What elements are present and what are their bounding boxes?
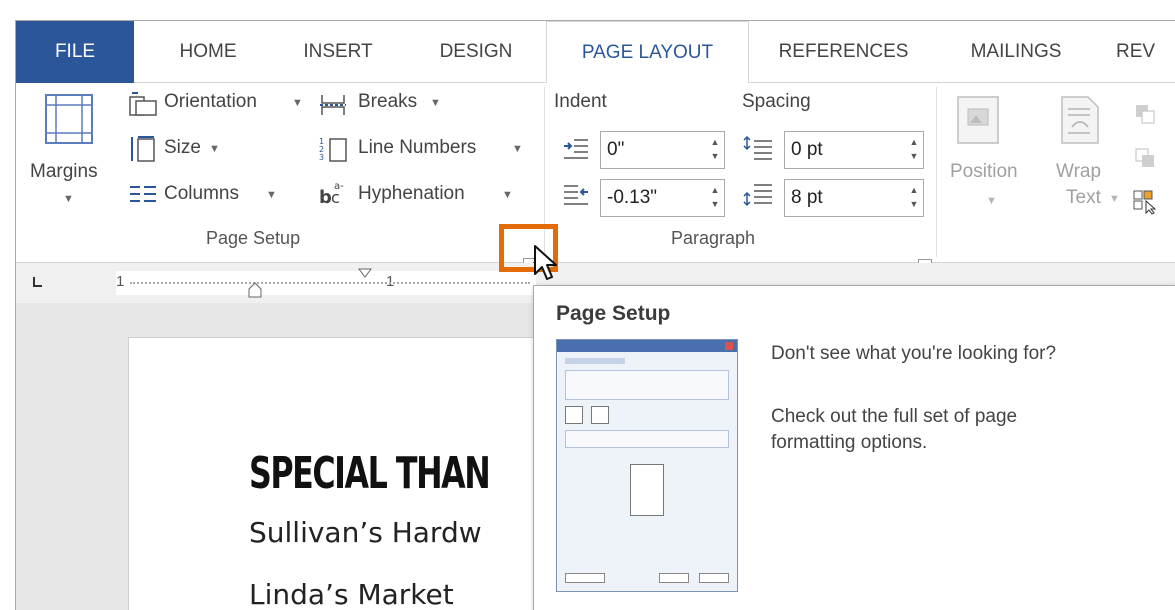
paragraph-group-label: Paragraph: [671, 228, 756, 248]
wrap-text-dropdown-icon: ▼: [1109, 193, 1120, 205]
svg-text:3: 3: [319, 153, 324, 162]
columns-label: Columns: [164, 183, 239, 204]
ribbon: Margins ▼ Orientation ▼ Size ▼ Columns ▼…: [16, 83, 1175, 273]
line-numbers-dropdown-icon: ▼: [512, 143, 523, 155]
spinner-icon[interactable]: ▲ ▼: [909, 135, 919, 165]
hyphenation-dropdown-icon: ▼: [502, 189, 513, 201]
spinner-icon[interactable]: ▲ ▼: [710, 183, 720, 213]
spacing-before-icon: [743, 135, 772, 160]
orientation-icon: [129, 92, 157, 116]
document-line: Linda’s Market: [249, 578, 454, 610]
line-numbers-icon: 1 2 3: [319, 137, 347, 162]
mouse-cursor-icon: [534, 245, 557, 280]
hyphenation-icon: b c a-: [319, 181, 344, 207]
indent-right-field[interactable]: -0.13" ▲ ▼: [600, 179, 725, 217]
tab-page-layout[interactable]: PAGE LAYOUT: [546, 21, 749, 84]
spinner-icon[interactable]: ▲ ▼: [909, 183, 919, 213]
spacing-after-icon: [743, 184, 772, 207]
orientation-label: Orientation: [164, 91, 257, 112]
svg-text:a-: a-: [334, 181, 344, 192]
horizontal-ruler[interactable]: 1 1: [116, 268, 536, 298]
tooltip-description: Check out the full set of page formattin…: [771, 406, 1018, 453]
wrap-text-label-1: Wrap: [1056, 161, 1102, 182]
tab-home[interactable]: HOME: [148, 21, 268, 83]
tab-review[interactable]: REV: [1116, 21, 1175, 83]
page-setup-dialog-preview: [556, 339, 738, 592]
spacing-before-field[interactable]: 0 pt ▲ ▼: [784, 131, 924, 169]
document-line: Sullivan’s Hardw: [249, 516, 482, 549]
selection-pane-icon[interactable]: [1132, 189, 1162, 215]
ribbon-tab-bar: FILE HOME INSERT DESIGN PAGE LAYOUT REFE…: [16, 21, 1175, 84]
tab-design[interactable]: DESIGN: [416, 21, 536, 83]
columns-icon: [130, 186, 156, 202]
page-setup-group-label: Page Setup: [206, 228, 301, 248]
wrap-text-icon: [1061, 96, 1099, 144]
group-separator: [936, 87, 937, 257]
breaks-icon: [320, 95, 346, 115]
spacing-after-field[interactable]: 8 pt ▲ ▼: [784, 179, 924, 217]
size-dropdown-icon: ▼: [209, 143, 220, 155]
wrap-text-label-2: Text: [1066, 187, 1101, 208]
position-icon: [957, 96, 999, 144]
breaks-dropdown-icon: ▼: [430, 97, 441, 109]
margins-icon: [45, 94, 93, 144]
indent-right-value: -0.13": [607, 187, 658, 208]
send-backward-icon[interactable]: [1134, 147, 1164, 169]
tab-insert[interactable]: INSERT: [278, 21, 398, 83]
position-dropdown-icon: ▼: [986, 195, 997, 207]
tooltip-title: Page Setup: [556, 302, 671, 325]
left-indent-marker-icon[interactable]: [246, 281, 264, 299]
indent-right-icon: [564, 185, 588, 205]
size-label: Size: [164, 137, 201, 158]
page-setup-tooltip: Page Setup Don't see what you're looking…: [533, 285, 1175, 610]
indent-left-value: 0": [607, 139, 625, 160]
spacing-after-value: 8 pt: [791, 187, 823, 208]
word-window: FILE HOME INSERT DESIGN PAGE LAYOUT REFE…: [15, 20, 1175, 610]
breaks-label: Breaks: [358, 91, 418, 112]
tab-selector[interactable]: [30, 275, 44, 289]
tab-file[interactable]: FILE: [16, 21, 134, 83]
ruler-mark: 1: [116, 273, 125, 290]
spacing-before-value: 0 pt: [791, 139, 823, 160]
bring-forward-icon[interactable]: [1134, 103, 1164, 125]
spacing-label: Spacing: [742, 91, 811, 112]
position-label: Position: [950, 161, 1018, 182]
margins-dropdown-icon: ▼: [63, 193, 74, 205]
tab-references[interactable]: REFERENCES: [761, 21, 926, 83]
orientation-dropdown-icon: ▼: [292, 97, 303, 109]
indent-label: Indent: [554, 91, 607, 112]
ruler-ticks: [130, 282, 530, 284]
margins-label: Margins: [30, 161, 98, 182]
line-numbers-label: Line Numbers: [358, 137, 477, 158]
columns-dropdown-icon: ▼: [266, 189, 277, 201]
indent-left-field[interactable]: 0" ▲ ▼: [600, 131, 725, 169]
tab-mailings[interactable]: MAILINGS: [946, 21, 1086, 83]
indent-left-icon: [564, 139, 588, 159]
tooltip-text: Don't see what you're looking for?: [771, 343, 1057, 364]
hyphenation-label: Hyphenation: [358, 183, 465, 204]
size-icon: [131, 136, 155, 162]
spinner-icon[interactable]: ▲ ▼: [710, 135, 720, 165]
document-heading: SPECIAL THAN: [249, 448, 491, 499]
first-line-indent-marker-icon[interactable]: [356, 267, 374, 283]
